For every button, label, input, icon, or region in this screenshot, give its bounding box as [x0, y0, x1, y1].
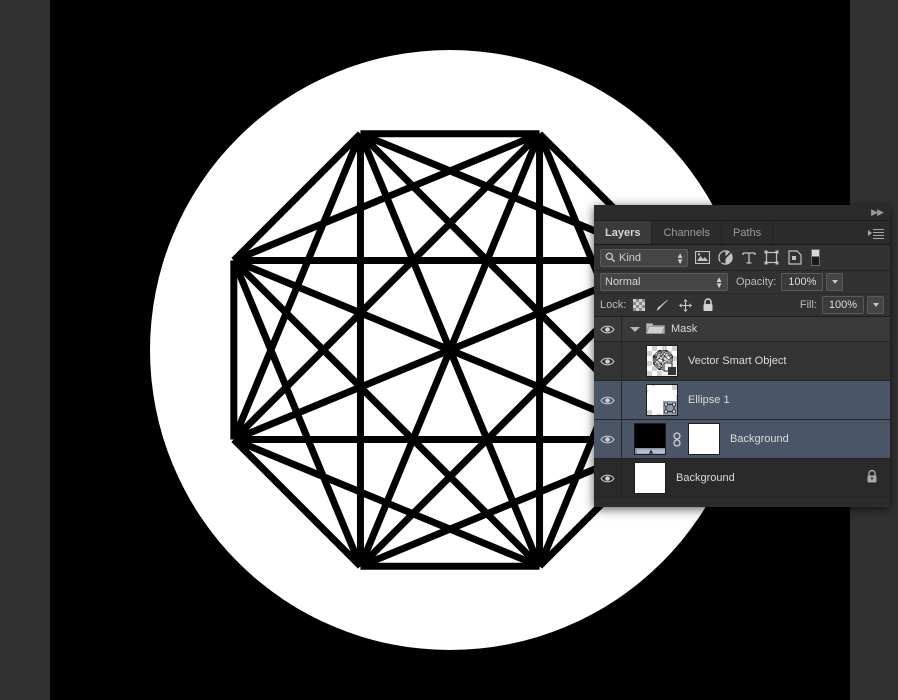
panel-menu-icon[interactable] [868, 227, 884, 239]
eye-icon [600, 396, 615, 404]
blend-mode-select[interactable]: Normal ▲ ▼ [600, 273, 728, 291]
opacity-label: Opacity: [736, 276, 777, 288]
blend-mode-row[interactable]: Normal ▲ ▼ Opacity: 100% [594, 271, 890, 294]
layer-row-ellipse-1[interactable]: Ellipse 1 [594, 381, 890, 420]
filter-kind-label: Kind [619, 251, 642, 264]
layer-thumbnail[interactable] [646, 345, 678, 377]
chevron-updown-icon: ▲ ▼ [676, 250, 684, 266]
lock-transparency-icon[interactable] [632, 298, 646, 312]
shape-filter-icon[interactable] [763, 249, 780, 266]
layer-row-mask-group[interactable]: Mask [594, 317, 890, 342]
lock-row[interactable]: Lock: Fill: 100% [594, 294, 890, 317]
layer-name: Ellipse 1 [688, 394, 730, 406]
layer-mask-thumbnail[interactable] [688, 423, 720, 455]
layer-list[interactable]: Mask Vector Smart Object Ellipse 1 Backg… [594, 317, 890, 498]
tab-channels[interactable]: Channels [652, 221, 722, 244]
layer-thumbnail[interactable] [634, 462, 666, 494]
layer-row-vector-smart-object[interactable]: Vector Smart Object [594, 342, 890, 381]
tab-layers[interactable]: Layers [594, 221, 653, 244]
layers-panel[interactable]: ▶▶ Layers Channels Paths Kind ▲ ▼ Normal… [594, 205, 890, 507]
opacity-dropdown-button[interactable] [826, 273, 844, 291]
vector-shape-badge-icon [663, 401, 677, 415]
layer-name: Background [730, 433, 789, 445]
adjustment-filter-icon[interactable] [717, 249, 734, 266]
layer-thumbnail[interactable] [646, 384, 678, 416]
eye-icon [600, 357, 615, 365]
panel-tab-strip[interactable]: Layers Channels Paths [594, 221, 890, 245]
layer-visibility-toggle[interactable] [594, 459, 622, 497]
layer-name: Mask [671, 323, 698, 335]
smart-object-badge-icon [663, 362, 677, 376]
fill-label: Fill: [799, 299, 817, 311]
layer-visibility-toggle[interactable] [594, 342, 622, 380]
group-expand-triangle-icon[interactable] [630, 326, 640, 332]
fill-dropdown-button[interactable] [867, 296, 884, 314]
layer-row-background[interactable]: Background [594, 459, 890, 498]
chevron-updown-icon: ▲ ▼ [715, 275, 723, 290]
pixel-filter-icon[interactable] [694, 249, 711, 266]
eye-icon [600, 474, 615, 482]
lock-all-icon[interactable] [701, 298, 715, 312]
layer-visibility-toggle[interactable] [594, 381, 622, 419]
layer-filter-row[interactable]: Kind ▲ ▼ [594, 245, 890, 271]
layer-row-background-masked[interactable]: Background [594, 420, 890, 459]
tab-paths[interactable]: Paths [721, 221, 774, 244]
blend-mode-value: Normal [605, 276, 641, 288]
eye-icon [600, 435, 615, 443]
search-icon [605, 252, 616, 263]
layer-visibility-toggle[interactable] [594, 317, 622, 341]
panel-title-bar[interactable]: ▶▶ [594, 205, 890, 221]
collapse-panel-icon[interactable]: ▶▶ [871, 208, 884, 217]
layer-locked-icon [866, 469, 878, 487]
opacity-input[interactable]: 100% [781, 273, 824, 291]
smart-object-filter-icon[interactable] [786, 249, 803, 266]
layer-mask-link-icon[interactable] [671, 431, 683, 447]
layer-visibility-toggle[interactable] [594, 420, 622, 458]
eye-icon [600, 325, 615, 333]
layer-name: Vector Smart Object [688, 355, 787, 367]
filter-toggle-switch[interactable] [811, 249, 820, 266]
lock-label: Lock: [600, 299, 627, 311]
fill-input[interactable]: 100% [822, 296, 864, 314]
lock-image-pixels-icon[interactable] [655, 298, 669, 312]
folder-icon [645, 321, 666, 338]
layer-thumbnail[interactable] [634, 423, 666, 455]
type-filter-icon[interactable] [740, 249, 757, 266]
layer-name: Background [676, 472, 735, 484]
lock-position-icon[interactable] [678, 298, 692, 312]
filter-kind-select[interactable]: Kind ▲ ▼ [600, 248, 688, 267]
